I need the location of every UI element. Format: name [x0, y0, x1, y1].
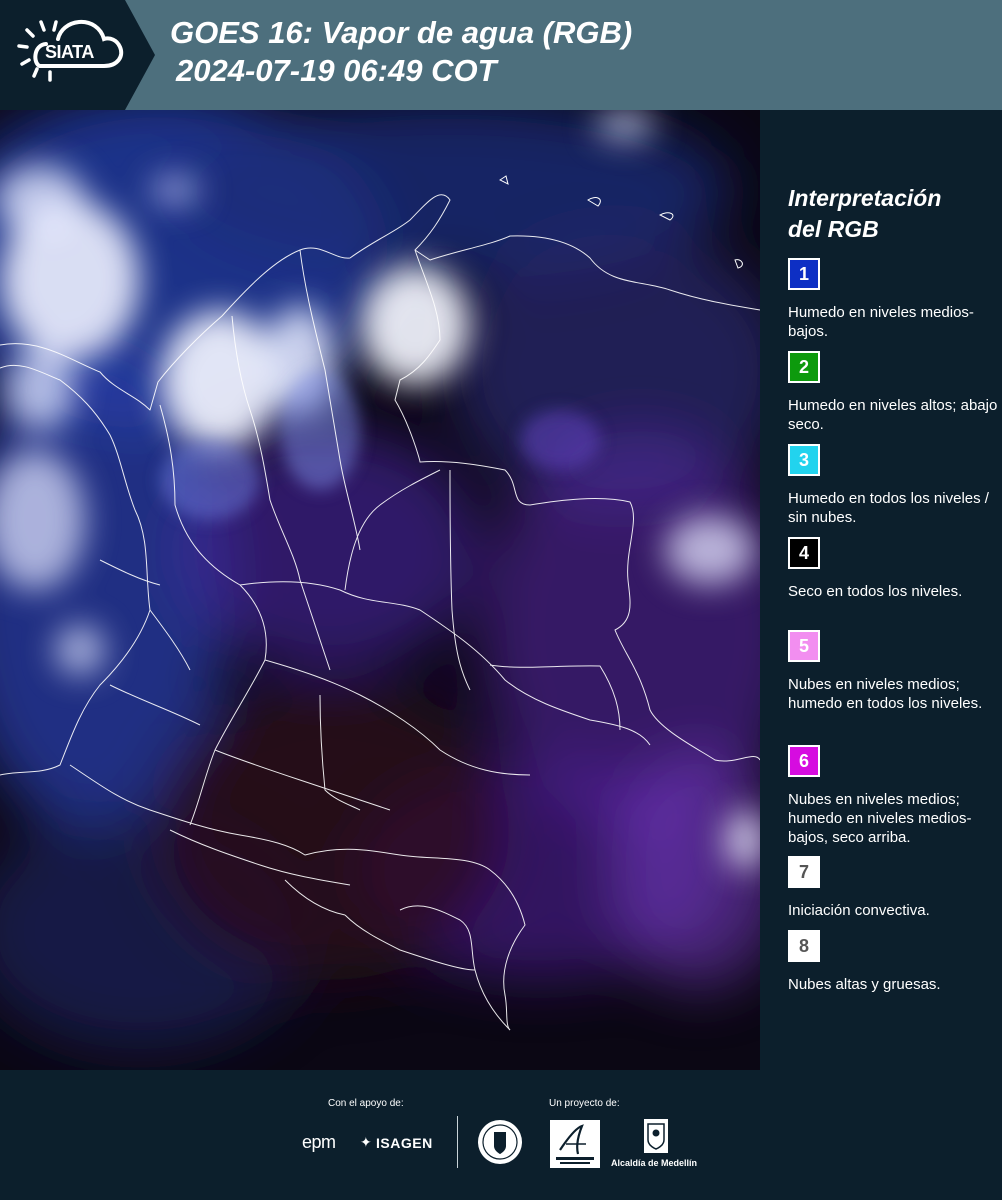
legend-swatch: 3	[788, 444, 820, 476]
logo-text: SIATA	[45, 42, 94, 62]
title-product: GOES 16: Vapor de agua (RGB)	[170, 15, 633, 50]
legend-item: 8 Nubes altas y gruesas.	[788, 930, 998, 994]
header-bar: SIATA GOES 16: Vapor de agua (RGB) 2024-…	[0, 0, 1002, 110]
epm-logo: epm	[302, 1132, 336, 1152]
isagen-logo: ISAGEN	[376, 1135, 433, 1151]
legend-item: 5 Nubes en niveles medios; humedo en tod…	[788, 630, 998, 713]
legend-item: 7 Iniciación convectiva.	[788, 856, 998, 920]
legend-swatch: 4	[788, 537, 820, 569]
legend-description: Humedo en niveles medios-bajos.	[788, 304, 974, 340]
legend-description: Nubes en niveles medios; humedo en nivel…	[788, 791, 972, 846]
legend-item: 6 Nubes en niveles medios; humedo en niv…	[788, 745, 998, 847]
legend-swatch: 1	[788, 258, 820, 290]
legend-item: 3 Humedo en todos los niveles / sin nube…	[788, 444, 998, 527]
legend-description: Humedo en niveles altos; abajo seco.	[788, 397, 998, 433]
isagen-icon: ✦	[360, 1134, 372, 1150]
legend-item: 4 Seco en todos los niveles.	[788, 537, 998, 601]
legend-swatch: 5	[788, 630, 820, 662]
legend-swatch: 8	[788, 930, 820, 962]
alcaldia-shield-icon	[644, 1119, 668, 1153]
legend-description: Nubes en niveles medios; humedo en todos…	[788, 676, 983, 712]
support-label: Con el apoyo de:	[328, 1098, 404, 1109]
legend-swatch: 6	[788, 745, 820, 777]
satellite-map[interactable]	[0, 110, 760, 1070]
legend-description: Nubes altas y gruesas.	[788, 976, 941, 993]
page-title: GOES 16: Vapor de agua (RGB) 2024-07-19 …	[170, 14, 632, 90]
legend-item: 1 Humedo en niveles medios-bajos.	[788, 258, 998, 341]
project-label: Un proyecto de:	[549, 1098, 620, 1109]
legend-description: Humedo en todos los niveles / sin nubes.	[788, 490, 989, 526]
legend-swatch: 7	[788, 856, 820, 888]
siata-logo: SIATA	[0, 0, 155, 110]
legend-description: Seco en todos los niveles.	[788, 583, 963, 600]
footer-divider	[457, 1116, 458, 1168]
legend-title-line1: Interpretación	[788, 185, 942, 211]
area-metropolitana-logo	[550, 1120, 600, 1168]
footer: Con el apoyo de: Un proyecto de: epm ✦ I…	[0, 1070, 1002, 1200]
legend-swatch: 2	[788, 351, 820, 383]
legend-title-line2: del RGB	[788, 216, 879, 242]
rgb-legend: Interpretación del RGB 1 Humedo en nivel…	[770, 110, 1002, 1070]
seal-icon	[478, 1120, 522, 1164]
legend-description: Iniciación convectiva.	[788, 902, 930, 919]
alcaldia-label: Alcaldía de Medellín	[611, 1158, 698, 1168]
legend-title: Interpretación del RGB	[788, 183, 941, 245]
title-timestamp: 2024-07-19 06:49 COT	[176, 53, 497, 88]
legend-item: 2 Humedo en niveles altos; abajo seco.	[788, 351, 998, 434]
